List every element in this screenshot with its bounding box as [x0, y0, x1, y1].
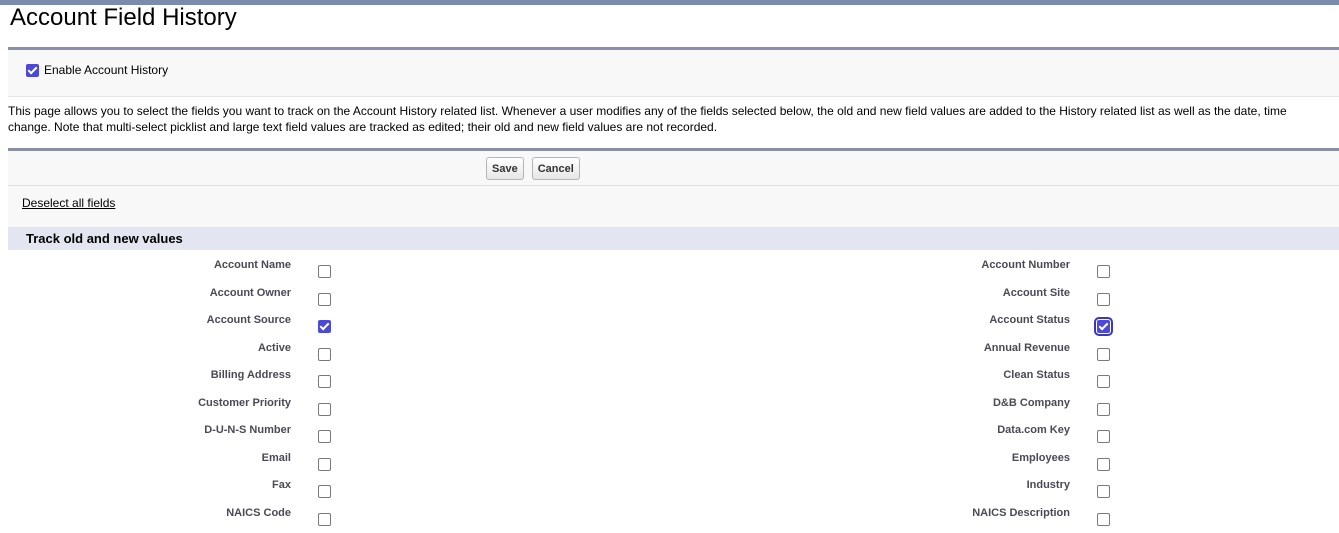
field-label: Account Source — [206, 314, 291, 326]
field-checkbox[interactable] — [1097, 402, 1110, 416]
page-description: This page allows you to select the field… — [8, 104, 1287, 134]
enable-history-checkbox[interactable] — [26, 63, 39, 77]
field-label: Data.com Key — [997, 424, 1070, 436]
field-row: Active Annual Revenue — [8, 333, 1339, 361]
field-row: Fax Industry — [8, 470, 1339, 498]
field-label: Account Owner — [209, 286, 291, 299]
field-label: Industry — [1026, 479, 1070, 491]
field-checkbox[interactable] — [1097, 265, 1110, 278]
field-checkbox[interactable] — [1094, 317, 1113, 336]
enable-history-label: Enable Account History — [44, 63, 169, 77]
button-row: Save Cancel — [486, 157, 580, 180]
field-row: Billing Address Clean Status — [8, 360, 1339, 388]
field-checkbox[interactable] — [1097, 375, 1110, 388]
field-row: Account Name Account Number — [8, 250, 1339, 278]
field-history-form: Save Cancel Deselect all fields Track ol… — [8, 148, 1339, 533]
field-checkbox[interactable] — [318, 375, 331, 388]
field-checkbox[interactable] — [1097, 292, 1110, 306]
field-row: D-U-N-S Number Data.com Key — [8, 415, 1339, 443]
field-checkbox[interactable] — [318, 457, 331, 471]
field-row: NAICS Code NAICS Description — [8, 498, 1339, 526]
field-label: Annual Revenue — [983, 341, 1070, 354]
field-checkbox[interactable] — [1097, 430, 1110, 443]
field-checkbox[interactable] — [1097, 485, 1110, 498]
field-label: D-U-N-S Number — [204, 424, 291, 436]
cancel-button[interactable]: Cancel — [531, 157, 580, 180]
field-label: Active — [257, 341, 291, 354]
field-label: Fax — [272, 479, 291, 491]
divider — [8, 185, 1339, 186]
field-label: Account Number — [981, 259, 1070, 271]
deselect-all-link[interactable]: Deselect all fields — [22, 196, 115, 210]
field-checkbox[interactable] — [318, 292, 331, 306]
field-checkbox[interactable] — [318, 402, 331, 416]
field-checkbox[interactable] — [1097, 512, 1110, 526]
field-checkbox[interactable] — [318, 485, 331, 498]
field-label: Billing Address — [210, 369, 291, 381]
page-title: Account Field History — [10, 4, 237, 31]
field-checkbox[interactable] — [1097, 457, 1110, 471]
field-label: NAICS Code — [226, 506, 291, 519]
field-checkbox[interactable] — [318, 347, 331, 361]
enable-history-row[interactable]: Enable Account History — [26, 63, 168, 77]
enable-history-panel: Enable Account History — [8, 47, 1339, 97]
field-row: Account Owner Account Site — [8, 278, 1339, 306]
field-label: Employees — [1011, 451, 1070, 464]
field-checkbox[interactable] — [318, 320, 331, 333]
field-checkbox[interactable] — [318, 430, 331, 443]
field-label: Account Site — [1002, 286, 1070, 299]
field-label: Account Status — [989, 314, 1070, 326]
save-button[interactable]: Save — [486, 157, 524, 180]
field-label: Email — [261, 451, 291, 464]
field-label: Account Name — [213, 259, 291, 271]
section-header: Track old and new values — [8, 227, 1339, 250]
field-row: Account Source Account Status — [8, 305, 1339, 336]
field-checkbox[interactable] — [318, 512, 331, 526]
fields-grid: Account Name Account Number Account Owner A… — [8, 250, 1339, 533]
field-row: Customer Priority D&B Company — [8, 388, 1339, 416]
field-label: Clean Status — [1003, 369, 1070, 381]
field-checkbox[interactable] — [318, 265, 331, 278]
field-label: Customer Priority — [198, 396, 291, 409]
field-label: D&B Company — [992, 396, 1070, 409]
field-row: Email Employees — [8, 443, 1339, 471]
field-checkbox[interactable] — [1097, 347, 1110, 361]
field-label: NAICS Description — [972, 506, 1070, 519]
